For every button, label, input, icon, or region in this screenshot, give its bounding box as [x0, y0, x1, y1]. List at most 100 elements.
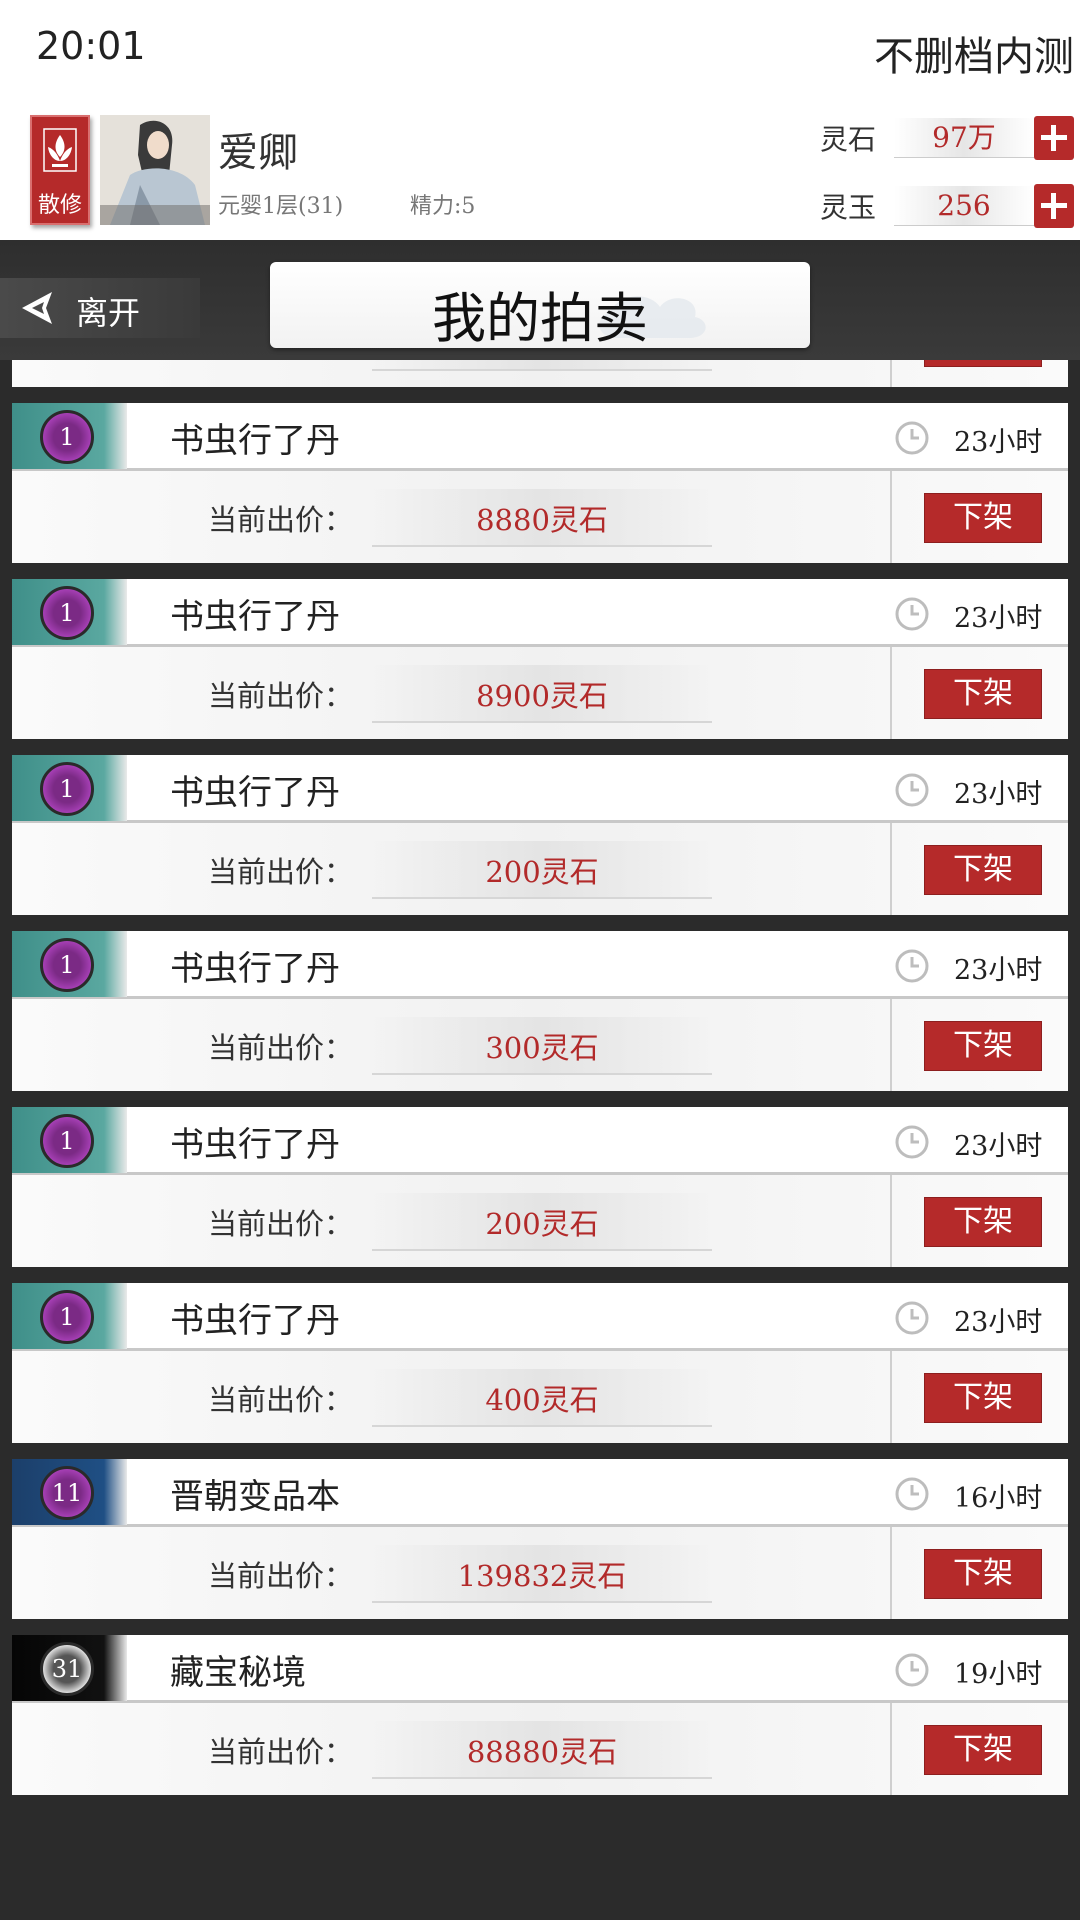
time-left: 23小时 [954, 955, 1043, 986]
delist-button[interactable]: 下架 [924, 493, 1042, 543]
lotus-icon [43, 128, 77, 172]
current-bid-value: 8900灵石 [476, 679, 608, 713]
current-bid-value: 8880灵石 [476, 503, 608, 537]
divider [890, 471, 892, 563]
currency-value: 256 [894, 186, 1034, 226]
delist-button[interactable]: 下架 [924, 845, 1042, 895]
status-bar: 20:01 不删档内测 [0, 0, 1080, 100]
grade-tab: 1 [12, 1283, 127, 1349]
auction-item-header: 1 书虫行了丹 23小时 [12, 931, 1068, 999]
currency-label: 灵玉 [820, 191, 877, 224]
spirit-stone-counter: 灵石 97万 [820, 116, 1075, 160]
auction-item-body: 当前出价： 300灵石 下架 [12, 999, 1068, 1091]
time-left: 23小时 [954, 1307, 1043, 1338]
grade-badge: 1 [40, 762, 94, 816]
clock-icon [895, 1477, 929, 1511]
title-bar: 离开 我的拍卖 [0, 240, 1080, 360]
auction-item-header: 1 书虫行了丹 23小时 [12, 755, 1068, 823]
item-name: 书虫行了丹 [170, 773, 340, 813]
delist-button[interactable]: 下架 [924, 1197, 1042, 1247]
avatar-portrait-icon [100, 115, 210, 225]
player-level: 元婴1层(31) [218, 194, 344, 219]
time-left: 19小时 [954, 1659, 1043, 1690]
current-bid-value: 200灵石 [485, 855, 599, 889]
auction-item[interactable]: 1 书虫行了丹 23小时 当前出价： 200灵石 下架 [12, 1107, 1068, 1267]
time-left: 23小时 [954, 1131, 1043, 1162]
delist-button[interactable]: 下架 [924, 360, 1042, 367]
auction-item[interactable]: 1 书虫行了丹 23小时 当前出价： 400灵石 下架 [12, 1283, 1068, 1443]
auction-item[interactable]: 11 晋朝变品本 16小时当前出价： 139832灵石 下架 [12, 1459, 1068, 1619]
divider [890, 1175, 892, 1267]
grade-tab: 1 [12, 403, 127, 469]
clock-icon [895, 421, 929, 455]
delist-button[interactable]: 下架 [924, 1021, 1042, 1071]
item-name: 藏宝秘境 [170, 1653, 306, 1693]
grade-badge: 1 [40, 938, 94, 992]
delist-button[interactable]: 下架 [924, 1373, 1042, 1423]
auction-item-body: 当前出价： 139832灵石 下架 [12, 1527, 1068, 1619]
auction-item[interactable]: 1 书虫行了丹 23小时 当前出价： 8880灵石 下架 [12, 403, 1068, 563]
item-name: 晋朝变品本 [170, 1477, 340, 1517]
grade-tab: 1 [12, 931, 127, 997]
item-name: 书虫行了丹 [170, 1125, 340, 1165]
currency-value: 97万 [894, 118, 1034, 158]
add-spirit-stone-button[interactable] [1034, 116, 1074, 160]
delist-button[interactable]: 下架 [924, 669, 1042, 719]
add-spirit-jade-button[interactable] [1034, 184, 1074, 228]
grade-tab: 31 [12, 1635, 127, 1701]
delist-button[interactable]: 下架 [924, 1725, 1042, 1775]
current-bid-value: 139832灵石 [457, 1559, 627, 1593]
auction-item[interactable]: 1 书虫行了丹 23小时 当前出价： 8900灵石 下架 [12, 579, 1068, 739]
build-label: 不删档内测 [874, 34, 1074, 80]
status-time: 20:01 [36, 24, 146, 68]
sect-label: 散修 [37, 193, 82, 218]
delist-button[interactable]: 下架 [924, 1549, 1042, 1599]
leave-button[interactable]: 离开 [0, 278, 200, 338]
current-bid-label: 当前出价： [208, 1559, 354, 1593]
grade-badge: 11 [40, 1466, 94, 1520]
auction-item-body: 当前出价： 200灵石 下架 [12, 823, 1068, 915]
divider [890, 1527, 892, 1619]
current-bid-label: 当前出价： [208, 1031, 354, 1065]
current-bid-value: 300灵石 [485, 1031, 599, 1065]
divider [890, 999, 892, 1091]
divider [890, 823, 892, 915]
player-name: 爱卿 [218, 130, 298, 176]
current-bid-label: 当前出价： [208, 1735, 354, 1769]
clock-icon [895, 1125, 929, 1159]
time-left: 16小时 [954, 1483, 1043, 1514]
page-title: 我的拍卖 [432, 287, 648, 350]
leave-label: 离开 [76, 294, 141, 332]
item-name: 书虫行了丹 [170, 597, 340, 637]
divider [890, 1351, 892, 1443]
current-bid-label: 当前出价： [208, 1383, 354, 1417]
current-bid-value: 88880灵石 [466, 1735, 618, 1769]
auction-item-body: 当前出价： 400灵石 下架 [12, 1351, 1068, 1443]
auction-item-body: 当前出价： 300灵石 下架 [12, 360, 1068, 387]
auction-item-header: 31 藏宝秘境 19小时 [12, 1635, 1068, 1703]
auction-item[interactable]: 31 藏宝秘境 19小时当前出价： 88880灵石 下架 [12, 1635, 1068, 1795]
grade-tab: 11 [12, 1459, 127, 1525]
auction-item[interactable]: 1书虫行了丹23小时当前出价：300灵石下架 [12, 360, 1068, 387]
divider [890, 360, 892, 387]
current-bid-label: 当前出价： [208, 1207, 354, 1241]
item-name: 书虫行了丹 [170, 949, 340, 989]
grade-badge: 1 [40, 410, 94, 464]
time-left: 23小时 [954, 779, 1043, 810]
auction-item-header: 1 书虫行了丹 23小时 [12, 1283, 1068, 1351]
divider [890, 1703, 892, 1795]
auction-list[interactable]: 1书虫行了丹23小时当前出价：300灵石下架1书虫行了丹23小时当前出价：888… [0, 360, 1080, 1920]
time-left: 23小时 [954, 603, 1043, 634]
auction-item-body: 当前出价： 8900灵石 下架 [12, 647, 1068, 739]
sect-badge[interactable]: 散修 [30, 115, 90, 225]
auction-item[interactable]: 1 书虫行了丹 23小时 当前出价： 200灵石 下架 [12, 755, 1068, 915]
grade-tab: 1 [12, 579, 127, 645]
clock-icon [895, 1301, 929, 1335]
avatar[interactable] [100, 115, 210, 225]
auction-list-inner: 1书虫行了丹23小时当前出价：300灵石下架1书虫行了丹23小时当前出价：888… [0, 360, 1080, 1811]
auction-item[interactable]: 1 书虫行了丹 23小时当前出价： 300灵石 下架 [12, 931, 1068, 1091]
auction-item-body: 当前出价： 200灵石 下架 [12, 1175, 1068, 1267]
time-left: 23小时 [954, 427, 1043, 458]
auction-item-header: 1 书虫行了丹 23小时 [12, 1107, 1068, 1175]
title-plate: 我的拍卖 [270, 262, 810, 350]
